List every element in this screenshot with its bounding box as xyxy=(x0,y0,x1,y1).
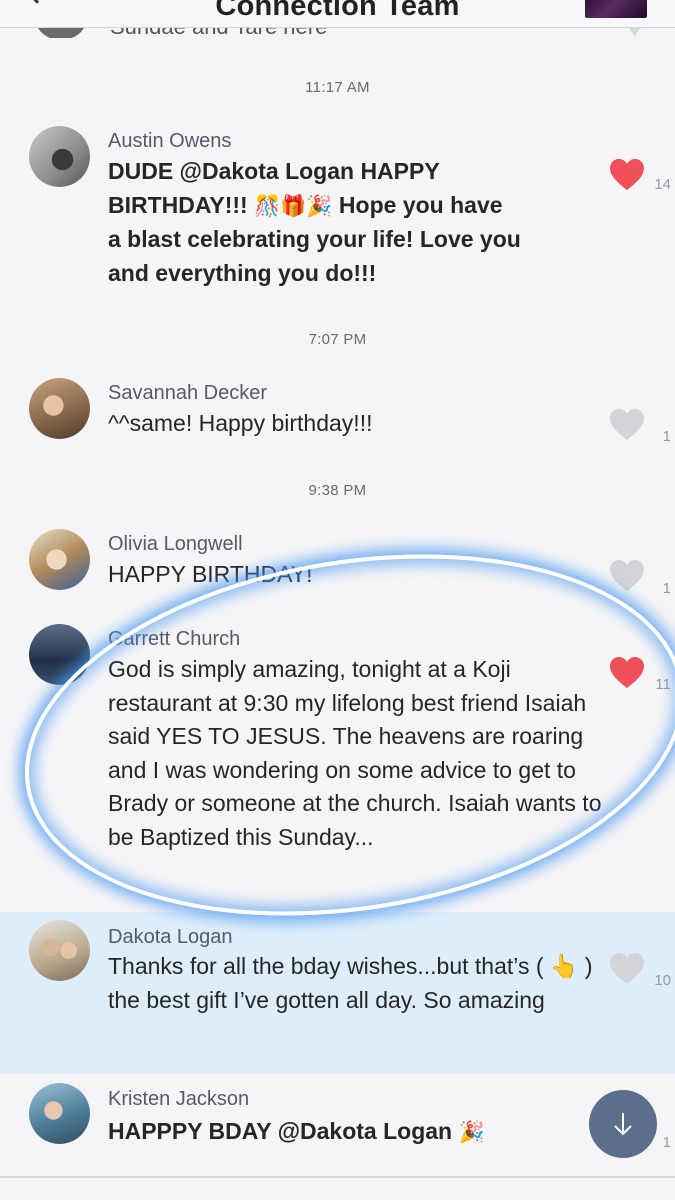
like-count: 1 xyxy=(662,1134,671,1151)
avatar[interactable] xyxy=(29,920,90,981)
heart-icon[interactable]: ♥ xyxy=(626,28,643,38)
avatar[interactable] xyxy=(29,378,90,439)
avatar[interactable] xyxy=(29,529,90,590)
arrow-down-icon xyxy=(614,1113,632,1136)
heart-icon[interactable] xyxy=(609,952,645,986)
avatar[interactable] xyxy=(29,126,90,187)
party-popper-emoji: 🎉 xyxy=(458,1120,485,1144)
avatar[interactable] xyxy=(36,28,86,38)
message-text: BIRTHDAY!!! xyxy=(108,191,248,218)
message-garrett-church: Garrett Church God is simply amazing, to… xyxy=(0,620,675,910)
message-text: Hope you have xyxy=(332,191,503,218)
heart-icon[interactable] xyxy=(609,408,645,442)
group-thumbnail[interactable] xyxy=(585,0,647,18)
like-count: 11 xyxy=(655,676,671,693)
message-olivia-longwell: Olivia Longwell HAPPY BIRTHDAY! 1 xyxy=(0,524,675,614)
page-title: Connection Team xyxy=(215,0,460,22)
message-kristen-jackson: Kristen Jackson HAPPPY BDAY @Dakota Loga… xyxy=(0,1076,675,1176)
message-line: and everything you do!!! xyxy=(108,259,377,286)
sender-name: Garrett Church xyxy=(108,628,241,650)
heart-icon[interactable] xyxy=(609,656,645,690)
message-body: Thanks for all the bday wishes...but tha… xyxy=(108,953,593,1013)
message-body: God is simply amazing, tonight at a Koji… xyxy=(108,656,602,850)
timestamp: 7:07 PM xyxy=(308,331,367,348)
timestamp: 9:38 PM xyxy=(308,482,367,499)
message-body: Sundae and Tare here xyxy=(110,28,327,38)
scroll-to-bottom-button[interactable] xyxy=(589,1090,657,1158)
timestamp: 11:17 AM xyxy=(305,79,370,96)
sender-name: Savannah Decker xyxy=(108,382,267,404)
like-count: 10 xyxy=(654,972,671,989)
message-line: BIRTHDAY!!! 🎊🎁🎉 Hope you have xyxy=(108,189,608,224)
heart-icon[interactable] xyxy=(609,158,645,192)
message-text: HAPPPY BDAY @Dakota Logan xyxy=(108,1118,453,1144)
like-count: 1 xyxy=(662,580,671,597)
message-line: a blast celebrating your life! Love you xyxy=(108,226,521,252)
message-austin-owens: Austin Owens DUDE @Dakota Logan HAPPY BI… xyxy=(0,120,675,300)
message-body: DUDE @Dakota Logan HAPPY BIRTHDAY!!! 🎊🎁🎉… xyxy=(108,155,608,290)
party-emoji: 🎊🎁🎉 xyxy=(254,193,333,218)
sender-name: Dakota Logan xyxy=(108,926,233,948)
like-count: 14 xyxy=(654,176,671,193)
divider xyxy=(0,1176,675,1178)
heart-icon[interactable] xyxy=(609,559,645,593)
like-count: 1 xyxy=(662,428,671,445)
sender-name: Olivia Longwell xyxy=(108,533,243,555)
sender-name: Kristen Jackson xyxy=(108,1088,250,1110)
message-dakota-logan: Dakota Logan Thanks for all the bday wis… xyxy=(0,912,675,1074)
nav-header: Connection Team xyxy=(0,0,675,28)
avatar[interactable] xyxy=(29,1083,90,1144)
previous-message-peek: Sundae and Tare here ♥ xyxy=(0,28,675,38)
avatar[interactable] xyxy=(29,624,90,685)
message-line: DUDE @Dakota Logan HAPPY xyxy=(108,158,440,184)
sender-name: Austin Owens xyxy=(108,130,232,152)
message-body: HAPPY BIRTHDAY! xyxy=(108,561,313,587)
message-body: HAPPPY BDAY @Dakota Logan 🎉 xyxy=(108,1115,598,1150)
message-body: ^^same! Happy birthday!!! xyxy=(108,410,373,436)
message-savannah-decker: Savannah Decker ^^same! Happy birthday!!… xyxy=(0,372,675,462)
